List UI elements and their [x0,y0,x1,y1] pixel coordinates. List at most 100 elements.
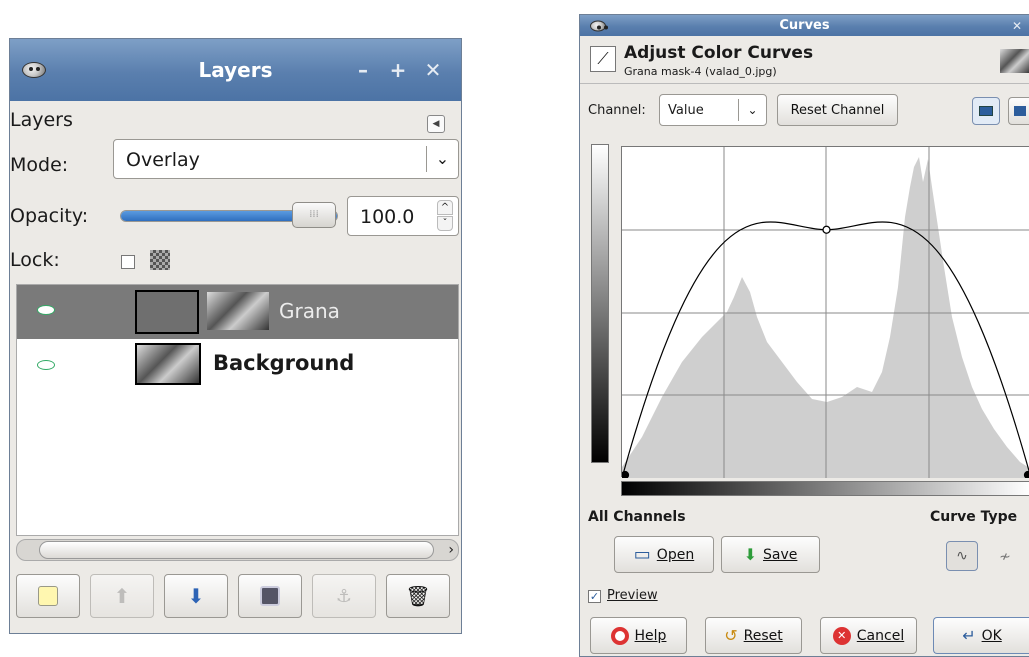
layers-titlebar[interactable]: Layers – + ✕ [10,39,461,101]
close-icon[interactable]: ✕ [420,58,446,82]
layer-row-background[interactable]: Background [17,339,458,389]
save-button[interactable]: ⬇ Save [721,536,820,573]
open-label: Open [656,546,695,563]
curves-header-title: Adjust Color Curves [624,43,814,63]
layer-mask-thumbnail[interactable] [135,290,199,334]
reset-label: Reset [743,627,783,644]
curves-header-icon: ⟋ [590,46,616,72]
horizontal-gradient-bar [621,481,1029,496]
freehand-curve-icon: ≁ [999,549,1011,565]
gimp-app-icon[interactable] [590,20,606,31]
mode-select[interactable]: Overlay ⌄ [113,139,459,179]
save-label: Save [763,546,798,563]
help-label: Help [634,627,667,644]
raise-layer-button[interactable]: ⬆ [90,574,154,618]
folder-open-icon: ▭ [633,544,651,565]
reset-channel-button[interactable]: Reset Channel [777,94,898,126]
cancel-icon: ✕ [832,626,851,645]
anchor-icon: ⚓ [335,585,353,607]
open-button[interactable]: ▭ Open [614,536,714,573]
smooth-curve-button[interactable]: ∿ [946,541,978,571]
curves-graph[interactable] [621,146,1029,478]
curves-titlebar[interactable]: Curves ✕ [580,15,1029,36]
delete-layer-button[interactable]: 🗑 [386,574,450,618]
lock-alpha-checkbox[interactable] [121,255,135,269]
eye-visibility-icon[interactable] [37,360,55,370]
smooth-curve-icon: ∿ [956,548,968,564]
opacity-slider-handle[interactable]: ⁞⁞⁞ [292,202,336,228]
image-preview-thumbnail [1000,49,1029,73]
reset-icon: ↺ [724,626,738,645]
opacity-spinbox[interactable]: 100.0 ^ ˇ [347,196,459,236]
new-layer-icon [38,586,58,606]
linear-histogram-button[interactable] [972,97,1000,125]
curve-control-point[interactable] [822,225,831,234]
chevron-down-icon[interactable]: ⌄ [738,99,766,121]
chevron-down-icon[interactable]: ⌄ [426,146,458,172]
scrollbar-thumb[interactable] [39,541,434,559]
panel-menu-icon[interactable]: ◀ [427,115,445,133]
ok-label: OK [981,627,1002,644]
vertical-gradient-bar [591,144,609,463]
ok-arrow-icon: ↵ [962,626,976,645]
layer-row-grana[interactable]: Grana [17,285,458,339]
opacity-value: 100.0 [360,206,415,228]
trash-icon: 🗑 [405,584,431,608]
freehand-curve-button[interactable]: ≁ [990,543,1020,571]
layers-scrollbar[interactable]: › [16,539,459,561]
layers-window: Layers – + ✕ Layers ◀ Mode: Overlay ⌄ Op… [9,38,462,634]
alpha-checker-icon [150,250,170,270]
all-channels-label: All Channels [588,509,686,525]
lower-layer-button[interactable]: ⬇ [164,574,228,618]
arrow-up-icon: ⬆ [113,584,131,608]
eye-visibility-icon[interactable] [37,305,55,315]
curves-window-title: Curves [779,18,830,33]
help-button[interactable]: Help [590,617,687,654]
duplicate-icon [260,586,280,606]
curve-control-point[interactable] [1023,470,1029,479]
ok-button[interactable]: ↵ OK [933,617,1029,654]
curves-window: Curves ✕ ⟋ Adjust Color Curves Grana mas… [579,14,1029,657]
log-histogram-button[interactable] [1008,97,1029,125]
save-icon: ⬇ [743,545,758,564]
header-divider [580,83,1029,84]
opacity-label: Opacity: [10,205,89,227]
layer-name-background[interactable]: Background [213,351,354,375]
layers-window-title: Layers [198,58,273,82]
reset-button[interactable]: ↺ Reset [705,617,802,654]
reset-channel-label: Reset Channel [790,102,885,118]
channel-label: Channel: [588,103,646,118]
minimize-icon[interactable]: – [350,58,376,82]
mode-value: Overlay [126,149,200,171]
anchor-layer-button[interactable]: ⚓ [312,574,376,618]
scroll-right-icon[interactable]: › [448,540,454,560]
spin-up-icon[interactable]: ^ [437,200,453,215]
log-histogram-icon [1013,106,1026,116]
new-layer-button[interactable] [16,574,80,618]
linear-histogram-icon [979,106,993,116]
curves-header-subtitle: Grana mask-4 (valad_0.jpg) [624,65,777,78]
layer-image-thumbnail[interactable] [135,343,201,385]
spin-down-icon[interactable]: ˇ [437,216,453,231]
curve-control-point[interactable] [622,470,630,479]
layer-image-thumbnail[interactable] [207,292,269,330]
mode-label: Mode: [10,154,69,176]
arrow-down-icon: ⬇ [187,584,205,608]
duplicate-layer-button[interactable] [238,574,302,618]
curve-type-label: Curve Type [930,509,1018,525]
curves-canvas[interactable] [622,147,1029,478]
gimp-app-icon[interactable] [22,62,46,78]
layer-name-grana[interactable]: Grana [279,299,340,323]
maximize-icon[interactable]: + [385,58,411,82]
cancel-label: Cancel [856,627,905,644]
layers-panel-label: Layers [10,109,73,131]
layers-list: Grana Background [16,284,459,536]
channel-select[interactable]: Value ⌄ [659,94,767,126]
lock-label: Lock: [10,249,60,271]
channel-value: Value [668,103,704,118]
close-icon[interactable]: ✕ [1008,17,1026,35]
preview-label[interactable]: Preview [607,588,658,603]
preview-checkbox[interactable]: ✓ [588,590,601,603]
help-lifebuoy-icon [610,626,629,645]
cancel-button[interactable]: ✕ Cancel [820,617,917,654]
